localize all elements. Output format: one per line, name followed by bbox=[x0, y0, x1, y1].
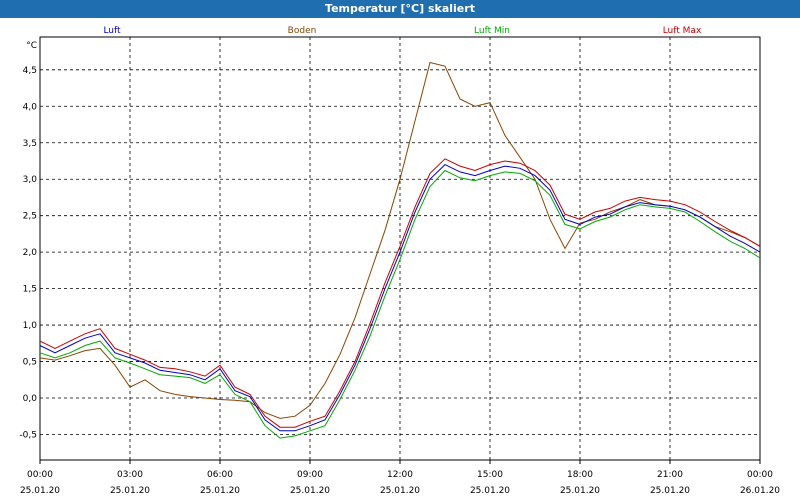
y-axis-label: °C bbox=[26, 41, 37, 51]
x-tick-date: 26.01.20 bbox=[740, 486, 780, 496]
x-tick-time: 09:00 bbox=[297, 470, 323, 480]
x-tick-date: 25.01.20 bbox=[560, 486, 600, 496]
x-tick-date: 25.01.20 bbox=[110, 486, 150, 496]
x-tick-date: 25.01.20 bbox=[650, 486, 690, 496]
y-tick-label: -0,5 bbox=[19, 430, 37, 440]
y-tick-label: 1,0 bbox=[23, 321, 38, 331]
x-tick-date: 25.01.20 bbox=[20, 486, 60, 496]
legend-entry: Luft Max bbox=[663, 26, 702, 36]
y-tick-label: 4,0 bbox=[23, 102, 38, 112]
x-tick-date: 25.01.20 bbox=[200, 486, 240, 496]
temperature-chart: -0,5 0,0 0,5 1,0 1,5 2,0 2,5 3,0 3,5 4,0 4,5 °C 00:0… bbox=[19, 26, 780, 496]
y-tick-label: 1,5 bbox=[23, 285, 37, 295]
x-tick-time: 15:00 bbox=[477, 470, 503, 480]
y-tick-label: 3,5 bbox=[23, 139, 37, 149]
x-tick-time: 18:00 bbox=[567, 470, 593, 480]
chart-window: Temperatur [°C] skaliert -0,5 0,0 0,5 1,0 1,… bbox=[0, 0, 800, 500]
x-tick-time: 03:00 bbox=[117, 470, 143, 480]
x-tick-time: 21:00 bbox=[657, 470, 683, 480]
x-tick-time: 00:00 bbox=[747, 470, 773, 480]
legend-entry: Luft bbox=[103, 26, 121, 36]
y-tick-label: 2,5 bbox=[23, 212, 37, 222]
y-tick-label: 0,5 bbox=[23, 358, 37, 368]
y-tick-label: 4,5 bbox=[23, 66, 37, 76]
x-tick-date: 25.01.20 bbox=[290, 486, 330, 496]
y-tick-label: 2,0 bbox=[23, 248, 38, 258]
x-tick-date: 25.01.20 bbox=[470, 486, 510, 496]
x-tick-time: 12:00 bbox=[387, 470, 413, 480]
x-tick-time: 00:00 bbox=[27, 470, 53, 480]
x-tick-date: 25.01.20 bbox=[380, 486, 420, 496]
y-tick-label: 3,0 bbox=[23, 175, 38, 185]
x-tick-time: 06:00 bbox=[207, 470, 233, 480]
legend-entry: Luft Min bbox=[474, 26, 510, 36]
y-tick-label: 0,0 bbox=[23, 394, 38, 404]
legend-entry: Boden bbox=[288, 26, 317, 36]
